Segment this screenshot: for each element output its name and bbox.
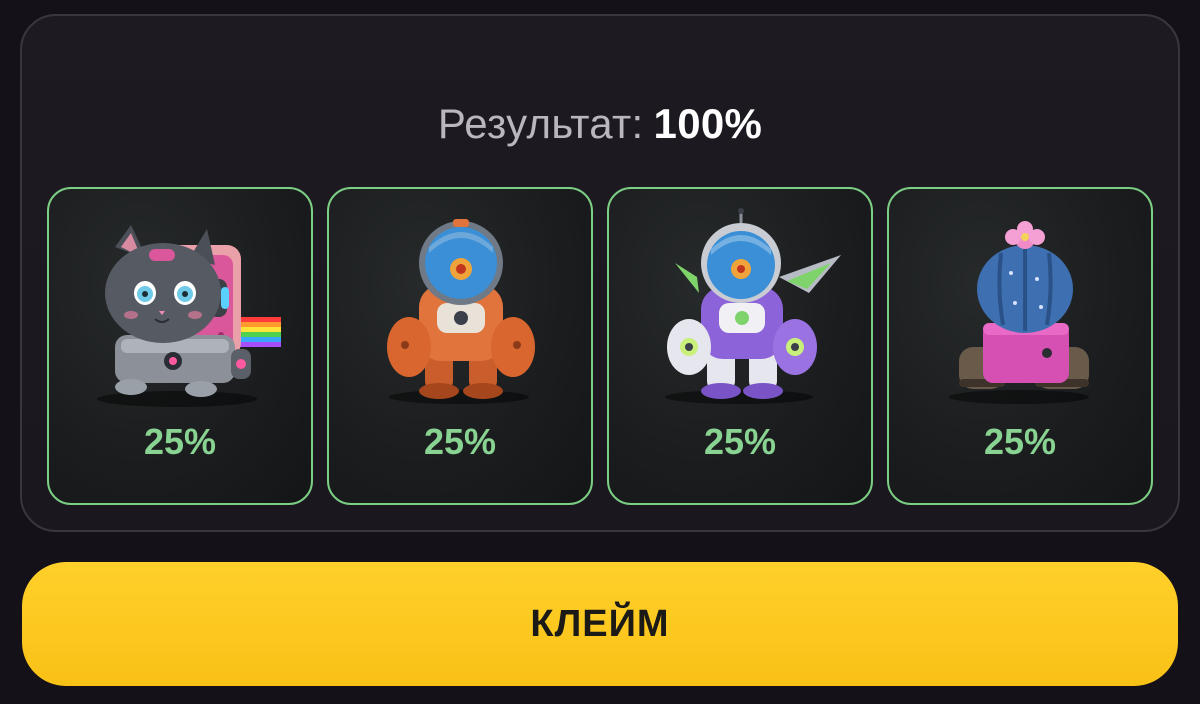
purple-robot-image — [665, 208, 841, 404]
robot-cat-image — [97, 225, 281, 407]
card-percent: 25% — [703, 421, 777, 462]
card-purple-astronaut-robot[interactable]: 25% — [607, 187, 873, 505]
orange-robot-image — [387, 219, 535, 404]
result-text: Результат: 100% — [22, 100, 1178, 148]
claim-button[interactable]: КЛЕЙМ — [22, 562, 1178, 686]
result-value: 100% — [653, 100, 763, 147]
card-percent: 25% — [143, 421, 217, 462]
cactus-tank-image — [949, 221, 1089, 404]
card-cactus-tank[interactable]: 25% — [887, 187, 1153, 505]
card-orange-diver-robot[interactable]: 25% — [327, 187, 593, 505]
result-label: Результат: — [437, 100, 644, 147]
card-percent: 25% — [983, 421, 1057, 462]
card-percent: 25% — [423, 421, 497, 462]
card-robot-cat[interactable]: 25% — [47, 187, 313, 505]
